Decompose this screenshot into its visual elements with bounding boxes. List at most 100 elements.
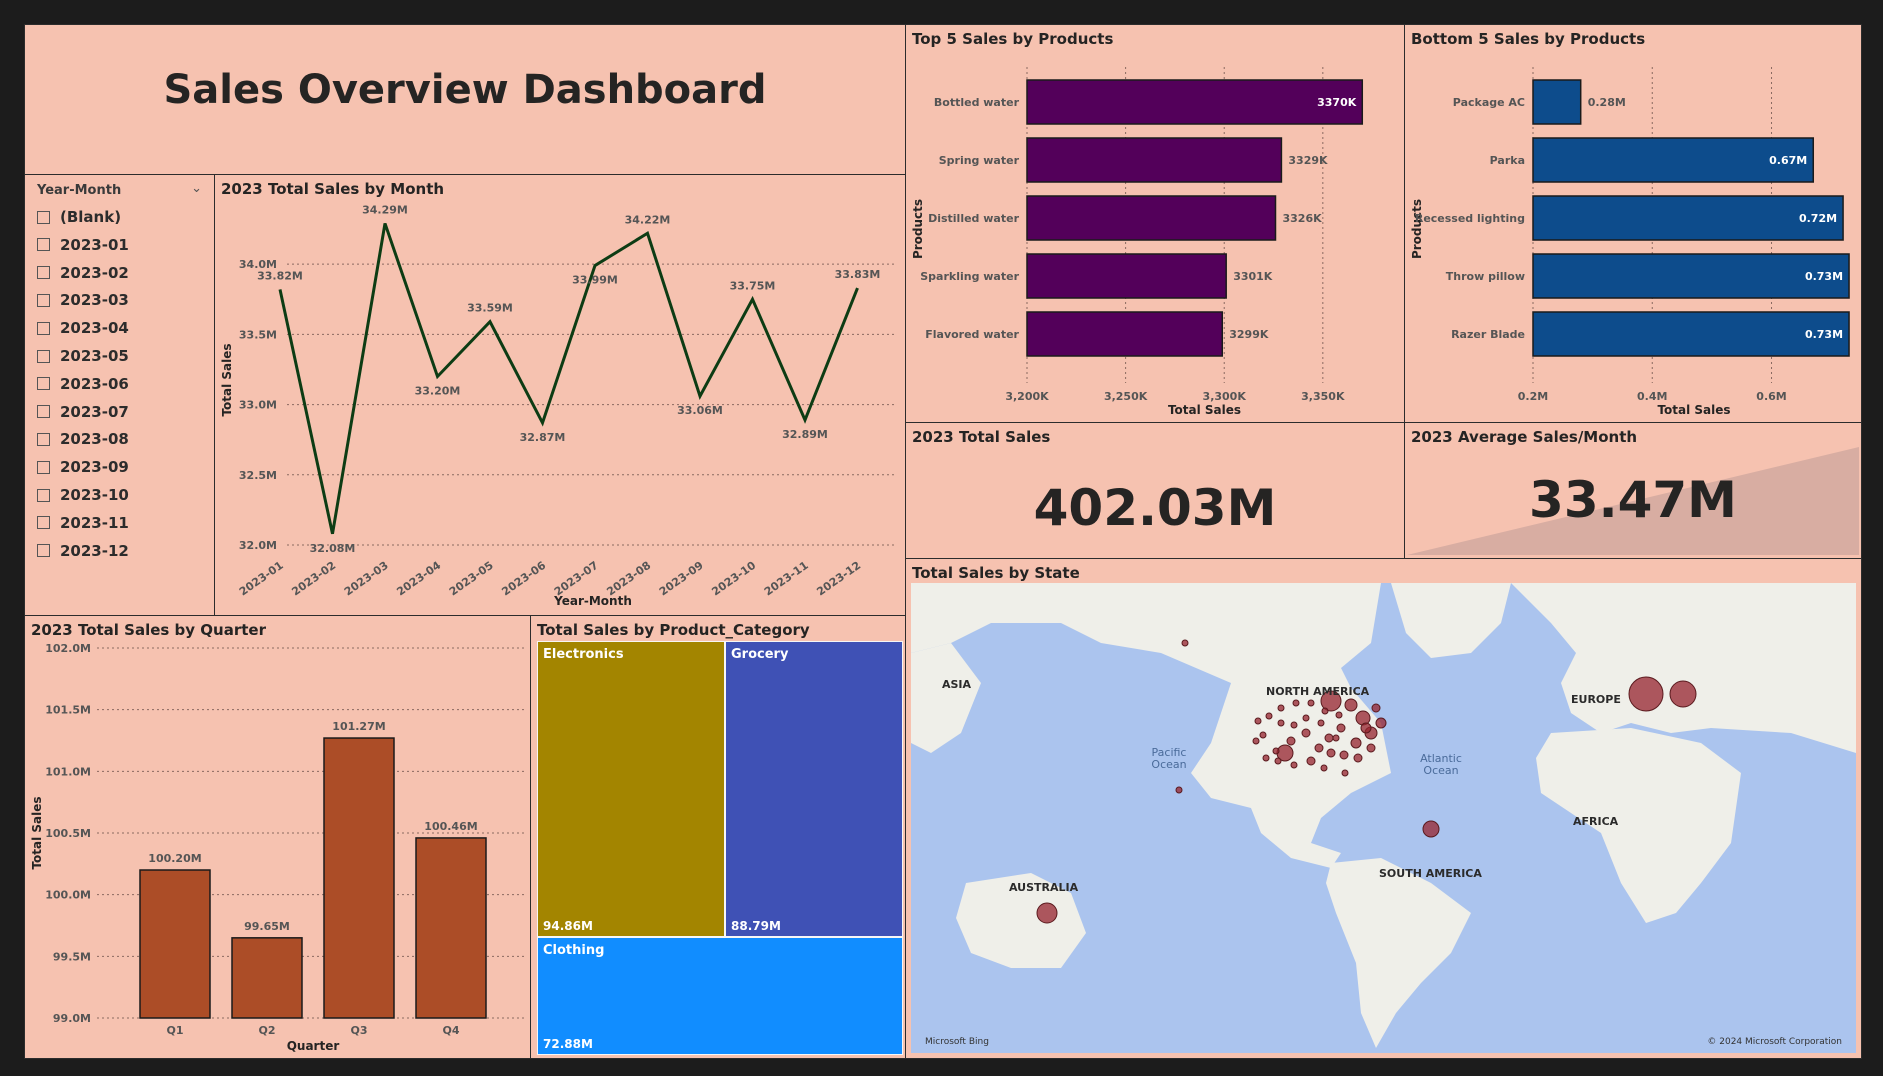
map-bubble[interactable] bbox=[1344, 698, 1358, 712]
y-tick-label: 99.0M bbox=[53, 1012, 91, 1025]
map-bubble[interactable] bbox=[1290, 761, 1298, 769]
map-bubble[interactable] bbox=[1366, 743, 1376, 753]
map-bubble[interactable] bbox=[1274, 757, 1282, 765]
slicer-option[interactable]: 2023-04 bbox=[37, 318, 129, 338]
slicer-option[interactable]: 2023-02 bbox=[37, 263, 129, 283]
data-label: 3299K bbox=[1229, 328, 1269, 341]
map-bubble[interactable] bbox=[1339, 750, 1349, 760]
slicer-option-label: 2023-09 bbox=[60, 458, 129, 477]
map-bubble[interactable] bbox=[1371, 703, 1381, 713]
x-tick-label: 2023-11 bbox=[762, 559, 811, 599]
map-bubble[interactable] bbox=[1292, 699, 1300, 707]
map-bubble[interactable] bbox=[1335, 711, 1343, 719]
treemap-label: Grocery bbox=[731, 647, 789, 662]
map-bubble[interactable] bbox=[1326, 748, 1336, 758]
map-bubble[interactable] bbox=[1262, 754, 1270, 762]
slicer-option[interactable]: 2023-07 bbox=[37, 402, 129, 422]
treemap-electronics[interactable]: Electronics 94.86M bbox=[537, 641, 725, 937]
map-bubble[interactable] bbox=[1254, 717, 1262, 725]
map-bubble[interactable] bbox=[1350, 737, 1362, 749]
data-label: 0.67M bbox=[1769, 154, 1807, 167]
checkbox[interactable] bbox=[37, 266, 50, 280]
slicer-option[interactable]: 2023-09 bbox=[37, 457, 129, 477]
checkbox[interactable] bbox=[37, 432, 50, 446]
map-bubble[interactable] bbox=[1317, 719, 1325, 727]
checkbox[interactable] bbox=[37, 321, 50, 335]
map-bubble[interactable] bbox=[1669, 680, 1697, 708]
map-bubble[interactable] bbox=[1628, 676, 1664, 712]
map-bubble[interactable] bbox=[1321, 707, 1329, 715]
checkbox[interactable] bbox=[37, 377, 50, 391]
map-bubble[interactable] bbox=[1375, 717, 1387, 729]
checkbox[interactable] bbox=[37, 238, 50, 252]
bar bbox=[1026, 79, 1364, 125]
x-tick-label: 2023-12 bbox=[814, 559, 863, 599]
slicer-header: Year-Month bbox=[37, 183, 122, 198]
data-label: 100.46M bbox=[424, 820, 477, 833]
map-bubble[interactable] bbox=[1360, 722, 1372, 734]
slicer-option[interactable]: 2023-12 bbox=[37, 541, 129, 561]
y-tick-label: Razer Blade bbox=[1451, 328, 1525, 341]
y-tick-label: Parka bbox=[1490, 154, 1525, 167]
map-bubble[interactable] bbox=[1324, 733, 1334, 743]
slicer-option[interactable]: 2023-08 bbox=[37, 429, 129, 449]
treemap-grocery[interactable]: Grocery 88.79M bbox=[725, 641, 903, 937]
data-label: 3326K bbox=[1283, 212, 1323, 225]
map-bubble[interactable] bbox=[1320, 764, 1328, 772]
slicer-option[interactable]: 2023-01 bbox=[37, 235, 129, 255]
checkbox[interactable] bbox=[37, 349, 50, 363]
map-bubble[interactable] bbox=[1259, 731, 1267, 739]
map-bubble[interactable] bbox=[1265, 712, 1273, 720]
map-bubble[interactable] bbox=[1277, 719, 1285, 727]
year-month-slicer[interactable]: Year-Month ⌄ (Blank) 2023-01 2023-02 2023-0… bbox=[24, 174, 215, 616]
map-bubble[interactable] bbox=[1181, 639, 1189, 647]
treemap-clothing[interactable]: Clothing 72.88M bbox=[537, 937, 903, 1055]
slicer-option[interactable]: 2023-11 bbox=[37, 513, 129, 533]
map-bubble[interactable] bbox=[1290, 721, 1298, 729]
x-tick-label: 0.4M bbox=[1637, 390, 1667, 403]
panel-title: Total Sales by State bbox=[912, 564, 1080, 582]
map-bubble[interactable] bbox=[1422, 820, 1440, 838]
chevron-down-icon[interactable]: ⌄ bbox=[191, 181, 202, 196]
checkbox[interactable] bbox=[37, 516, 50, 530]
monthly-sales-panel: 2023 Total Sales by Month 32.0M 32.5M 33.0… bbox=[214, 174, 906, 616]
map-bubble[interactable] bbox=[1314, 743, 1324, 753]
map-bubble[interactable] bbox=[1332, 734, 1340, 742]
y-tick-label: 33.0M bbox=[239, 399, 277, 412]
map-attribution-bing: Microsoft Bing bbox=[925, 1037, 989, 1047]
map-bubble[interactable] bbox=[1252, 737, 1260, 745]
slicer-option[interactable]: 2023-03 bbox=[37, 290, 129, 310]
map-bubble[interactable] bbox=[1336, 723, 1346, 733]
state-map-panel: Total Sales by State ASIA NORTH AMERICA … bbox=[905, 558, 1862, 1059]
map-bubble[interactable] bbox=[1301, 728, 1311, 738]
map-bubble[interactable] bbox=[1306, 756, 1316, 766]
x-axis-label: Total Sales bbox=[1168, 403, 1241, 417]
slicer-option[interactable]: (Blank) bbox=[37, 207, 121, 227]
treemap-value: 72.88M bbox=[543, 1037, 593, 1051]
checkbox[interactable] bbox=[37, 210, 50, 224]
map-bubble[interactable] bbox=[1277, 704, 1285, 712]
checkbox[interactable] bbox=[37, 544, 50, 558]
checkbox[interactable] bbox=[37, 293, 50, 307]
y-tick-label: 102.0M bbox=[45, 642, 91, 655]
map-bubble[interactable] bbox=[1036, 902, 1058, 924]
map-label-south-america: SOUTH AMERICA bbox=[1379, 867, 1482, 880]
y-tick-label: Throw pillow bbox=[1446, 270, 1525, 283]
map-bubble[interactable] bbox=[1307, 699, 1315, 707]
map-bubble[interactable] bbox=[1353, 753, 1363, 763]
map-label-africa: AFRICA bbox=[1573, 815, 1619, 828]
map-bubble[interactable] bbox=[1175, 786, 1183, 794]
map-bubble[interactable] bbox=[1302, 714, 1310, 722]
slicer-option[interactable]: 2023-10 bbox=[37, 485, 129, 505]
data-label: 32.08M bbox=[310, 542, 356, 555]
map-bubble[interactable] bbox=[1341, 769, 1349, 777]
checkbox[interactable] bbox=[37, 488, 50, 502]
data-label: 34.22M bbox=[625, 213, 671, 226]
checkbox[interactable] bbox=[37, 405, 50, 419]
slicer-option[interactable]: 2023-06 bbox=[37, 374, 129, 394]
checkbox[interactable] bbox=[37, 460, 50, 474]
map-bubble[interactable] bbox=[1286, 736, 1296, 746]
slicer-option[interactable]: 2023-05 bbox=[37, 346, 129, 366]
map-bubble[interactable] bbox=[1272, 747, 1280, 755]
map-viewport[interactable]: ASIA NORTH AMERICA EUROPE AFRICA SOUTH A… bbox=[911, 583, 1856, 1053]
